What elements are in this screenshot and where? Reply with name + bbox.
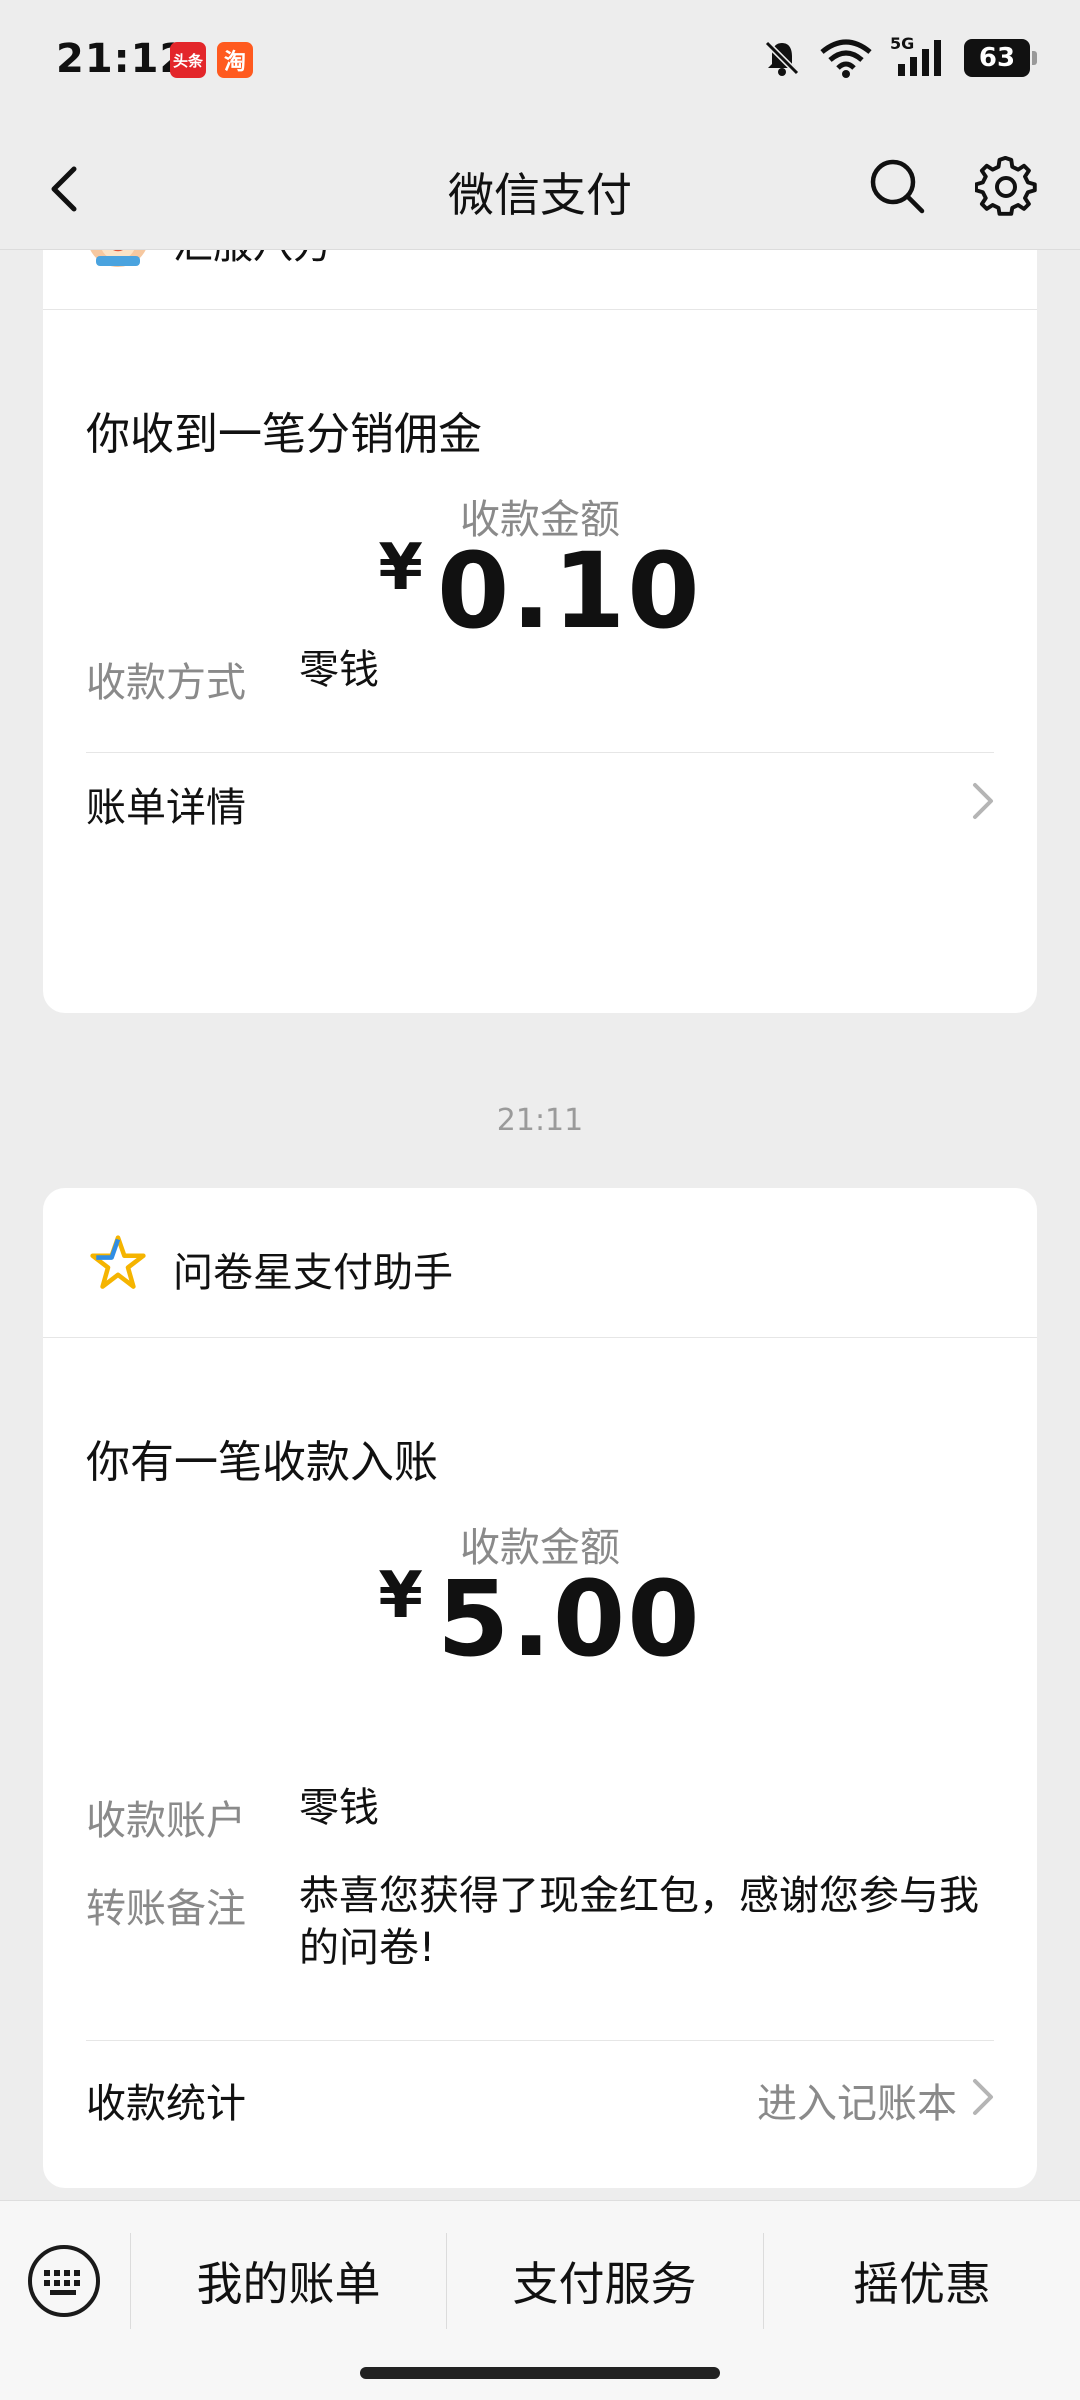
sender-avatar: [90, 250, 146, 267]
amount-display: ¥5.00: [43, 1558, 1037, 1680]
toutiao-app-icon: 头条: [170, 42, 206, 78]
receiving-account-value: 零钱: [299, 1785, 379, 1831]
gear-icon[interactable]: [975, 155, 1037, 217]
payment-notice-card[interactable]: 汇服八方 你收到一笔分销佣金 收款金额 ¥0.10 收款方式 零钱 账单详情: [43, 250, 1037, 1013]
transfer-note-value: 恭喜您获得了现金红包，感谢您参与我的问卷!: [299, 1873, 979, 1971]
amount-value: 5.00: [436, 1558, 702, 1680]
card-header: 汇服八方: [43, 250, 1037, 310]
star-logo-icon: [90, 1235, 146, 1289]
payment-notice-card[interactable]: 问卷星支付助手 你有一笔收款入账 收款金额 ¥5.00 收款账户 零钱 转账备注…: [43, 1188, 1037, 2188]
transfer-note-label: 转账备注: [86, 1886, 246, 1932]
receiving-account-label: 收款账户: [86, 1798, 246, 1844]
menu-payment-services[interactable]: 支付服务: [447, 2201, 762, 2361]
status-bar: 21:12 头条 淘 5G 63: [0, 0, 1080, 125]
wifi-icon: [820, 39, 872, 78]
payment-method-label: 收款方式: [86, 660, 246, 706]
bill-details-row[interactable]: 账单详情: [43, 753, 1037, 863]
keyboard-icon[interactable]: [26, 2243, 102, 2319]
currency-symbol: ¥: [378, 531, 423, 605]
chevron-right-icon: [973, 783, 993, 819]
menu-my-bills[interactable]: 我的账单: [131, 2201, 446, 2361]
amount-value: 0.10: [436, 530, 702, 652]
bill-details-label: 账单详情: [86, 785, 246, 831]
home-indicator[interactable]: [360, 2367, 720, 2379]
status-time: 21:12: [56, 36, 189, 82]
signal-bars-icon: [898, 40, 941, 76]
payment-method-value: 零钱: [299, 647, 379, 693]
menu-shake-offers[interactable]: 摇优惠: [764, 2201, 1080, 2361]
sender-name: 问卷星支付助手: [173, 1250, 453, 1296]
card-header: 问卷星支付助手: [43, 1188, 1037, 1338]
taobao-app-icon: 淘: [217, 42, 253, 78]
notice-title: 你收到一笔分销佣金: [86, 409, 482, 460]
amount-display: ¥0.10: [43, 530, 1037, 652]
signal-indicator: 5G: [890, 34, 946, 78]
sender-name: 汇服八方: [173, 250, 333, 270]
nav-bar: 微信支付: [0, 125, 1080, 250]
search-icon[interactable]: [866, 155, 928, 217]
currency-symbol: ¥: [378, 1559, 423, 1633]
bottom-menu-bar: 我的账单 支付服务 摇优惠: [0, 2200, 1080, 2400]
receipt-stats-label: 收款统计: [86, 2081, 246, 2127]
battery-icon: 63: [964, 39, 1037, 77]
ledger-link[interactable]: 进入记账本: [757, 2071, 957, 2129]
receipt-stats-row[interactable]: 收款统计 进入记账本: [43, 2041, 1037, 2151]
chevron-right-icon: [973, 2079, 993, 2115]
mute-bell-icon: [764, 40, 800, 76]
status-icons: 5G 63: [762, 34, 1037, 78]
message-timestamp: 21:11: [496, 1103, 584, 1138]
message-list[interactable]: 汇服八方 你收到一笔分销佣金 收款金额 ¥0.10 收款方式 零钱 账单详情 2…: [0, 250, 1080, 2200]
notice-title: 你有一笔收款入账: [86, 1437, 438, 1488]
